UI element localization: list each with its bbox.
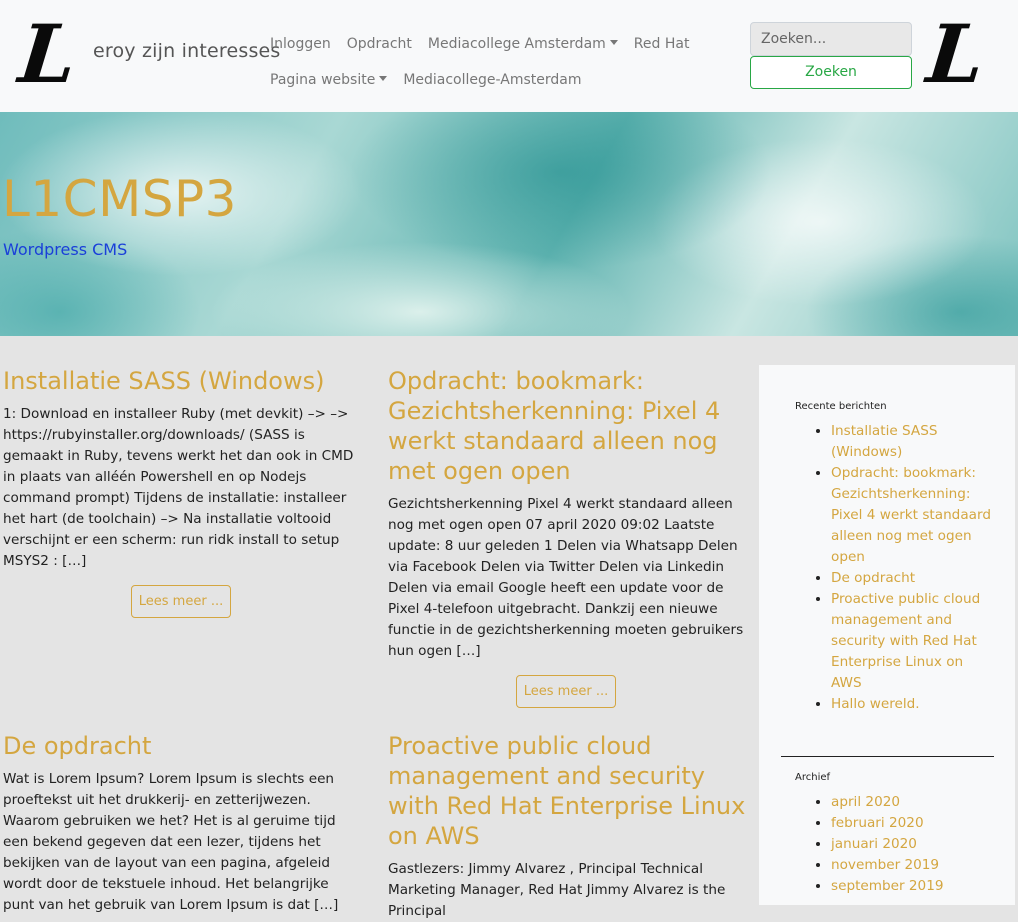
recent-posts-heading: Recente berichten [795,401,887,412]
nav-link-mediacollege-amsterdam[interactable]: Mediacollege-Amsterdam [403,72,581,88]
hero-banner: L1CMSP3 Wordpress CMS [0,112,1018,336]
nav-row-2: Pagina website Mediacollege-Amsterdam [270,62,740,98]
post-title[interactable]: Opdracht: bookmark: Gezichtsherkenning: … [388,366,750,486]
brand-name[interactable]: eroy zijn interesses [93,40,281,62]
nav-link-red-hat[interactable]: Red Hat [634,36,690,52]
nav-link-opdracht[interactable]: Opdracht [347,36,412,52]
nav-link-inloggen[interactable]: Inloggen [270,36,331,52]
nav-dropdown-mediacollege[interactable]: Mediacollege Amsterdam [428,36,618,52]
list-item: Proactive public cloud management and se… [831,589,991,694]
brand-logo[interactable]: L [12,7,84,101]
list-item: Opdracht: bookmark: Gezichtsherkenning: … [831,463,991,568]
list-item: november 2019 [831,855,991,876]
post-title[interactable]: Installatie SASS (Windows) [3,366,358,396]
brand-logo-right: L [922,7,990,101]
recent-post-link[interactable]: De opdracht [831,570,915,586]
caret-down-icon [609,40,618,45]
post-card: Proactive public cloud management and se… [388,731,750,922]
recent-posts-list: Installatie SASS (Windows) Opdracht: boo… [815,421,991,715]
post-excerpt: Gezichtsherkenning Pixel 4 werkt standaa… [388,496,744,659]
list-item: september 2019 [831,876,991,897]
search-button[interactable]: Zoeken [750,56,912,89]
list-item: februari 2020 [831,813,991,834]
post-card: Installatie SASS (Windows) 1: Download e… [3,366,358,572]
nav-dropdown-label: Mediacollege Amsterdam [427,36,606,52]
widget-divider [781,756,994,757]
recent-post-link[interactable]: Opdracht: bookmark: Gezichtsherkenning: … [831,465,991,565]
archive-link[interactable]: september 2019 [831,878,944,894]
list-item: De opdracht [831,568,991,589]
post-excerpt: Wat is Lorem Ipsum? Lorem Ipsum is slech… [3,771,339,913]
archive-heading: Archief [795,772,831,783]
post-excerpt: 1: Download en installeer Ruby (met devk… [3,406,354,569]
post-title[interactable]: Proactive public cloud management and se… [388,731,750,851]
post-card: Opdracht: bookmark: Gezichtsherkenning: … [388,366,750,662]
read-more-button[interactable]: Lees meer ... [131,585,231,618]
recent-post-link[interactable]: Hallo wereld. [831,696,920,712]
archive-list: april 2020 februari 2020 januari 2020 no… [815,792,991,897]
archive-link[interactable]: februari 2020 [831,815,924,831]
post-card: De opdracht Wat is Lorem Ipsum? Lorem Ip… [3,731,358,916]
nav-row-1: Inloggen Opdracht Mediacollege Amsterdam… [270,26,740,62]
nav-dropdown-label: Pagina website [270,72,376,88]
list-item: Installatie SASS (Windows) [831,421,991,463]
archive-link[interactable]: april 2020 [831,794,900,810]
site-title[interactable]: L1CMSP3 [2,170,237,228]
site-tagline: Wordpress CMS [3,240,128,259]
main-nav: Inloggen Opdracht Mediacollege Amsterdam… [270,26,740,98]
list-item: april 2020 [831,792,991,813]
read-more-button[interactable]: Lees meer ... [516,675,616,708]
sidebar: Recente berichten Installatie SASS (Wind… [759,365,1015,905]
post-excerpt: Gastlezers: Jimmy Alvarez , Principal Te… [388,861,726,919]
recent-post-link[interactable]: Proactive public cloud management and se… [831,591,980,691]
post-title[interactable]: De opdracht [3,731,358,761]
recent-post-link[interactable]: Installatie SASS (Windows) [831,423,937,460]
navbar: L eroy zijn interesses Inloggen Opdracht… [0,0,1018,112]
archive-link[interactable]: januari 2020 [831,836,917,852]
search-input[interactable] [750,22,912,56]
list-item: Hallo wereld. [831,694,991,715]
list-item: januari 2020 [831,834,991,855]
archive-link[interactable]: november 2019 [831,857,939,873]
caret-down-icon [379,76,388,81]
nav-dropdown-pagina-website[interactable]: Pagina website [270,72,388,88]
